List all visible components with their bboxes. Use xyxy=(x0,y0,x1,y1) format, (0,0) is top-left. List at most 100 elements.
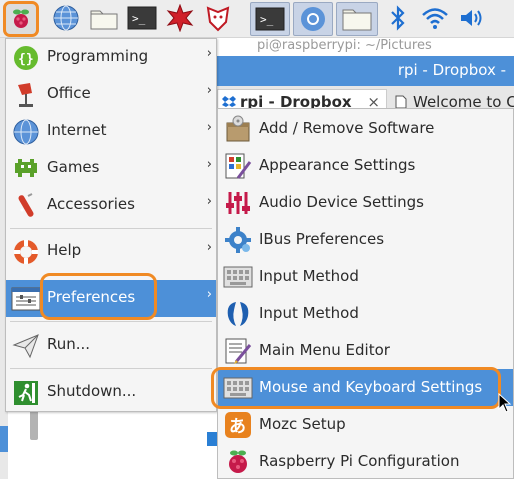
taskbar: >_ >_ xyxy=(0,0,514,38)
submenu-item-add-remove-software[interactable]: Add / Remove Software xyxy=(218,110,513,147)
chevron-right-icon: › xyxy=(206,83,212,98)
preferences-icon xyxy=(10,283,42,315)
submenu-item-label: Mouse and Keyboard Settings xyxy=(259,378,483,396)
mozc-setup-icon: あ xyxy=(222,409,254,441)
games-icon xyxy=(10,153,42,185)
submenu-item-label: Input Method xyxy=(259,267,359,285)
menu-item-shutdown[interactable]: Shutdown... xyxy=(6,374,216,411)
menu-separator xyxy=(10,368,212,369)
mathematica-icon xyxy=(166,4,194,32)
add-remove-software-icon xyxy=(222,113,254,145)
raspberry-pi-menu-button[interactable] xyxy=(3,1,39,37)
menu-item-programming[interactable]: {} Programming › xyxy=(6,39,216,76)
menu-item-games[interactable]: Games › xyxy=(6,150,216,187)
keyboard-icon xyxy=(222,261,254,293)
terminal-title-text: pi@raspberrypi: ~/Pictures xyxy=(217,38,514,56)
submenu-item-label: Input Method xyxy=(259,304,359,322)
main-menu-editor-icon xyxy=(222,335,254,367)
chevron-right-icon: › xyxy=(206,46,212,61)
terminal-window-button[interactable]: >_ xyxy=(250,2,290,36)
submenu-item-label: IBus Preferences xyxy=(259,230,385,248)
submenu-item-raspberry-pi-configuration[interactable]: Raspberry Pi Configuration xyxy=(218,443,513,479)
menu-separator xyxy=(10,321,212,322)
menu-item-internet[interactable]: Internet › xyxy=(6,113,216,150)
window-title: rpi - Dropbox - xyxy=(397,61,506,79)
file-manager-window-button[interactable] xyxy=(336,2,378,36)
file-manager-launcher[interactable] xyxy=(89,3,119,33)
ibus-preferences-icon xyxy=(222,224,254,256)
submenu-item-label: Appearance Settings xyxy=(259,156,416,174)
preferences-submenu: Add / Remove Software Appearance Setting… xyxy=(217,108,514,479)
chevron-right-icon: › xyxy=(206,194,212,209)
dropbox-icon xyxy=(222,96,236,107)
menu-item-label: Accessories xyxy=(47,195,135,213)
submenu-item-label: Audio Device Settings xyxy=(259,193,424,211)
menu-item-label: Office xyxy=(47,84,91,102)
menu-item-office[interactable]: Office › xyxy=(6,76,216,113)
fcitx-icon xyxy=(222,298,254,330)
submenu-item-label: Main Menu Editor xyxy=(259,341,390,359)
web-browser-launcher[interactable] xyxy=(51,3,81,33)
menu-item-accessories[interactable]: Accessories › xyxy=(6,187,216,224)
folder-icon xyxy=(90,10,118,30)
background-selection xyxy=(0,426,8,452)
bluetooth-button[interactable] xyxy=(383,3,413,33)
submenu-item-audio-device-settings[interactable]: Audio Device Settings xyxy=(218,184,513,221)
globe-icon xyxy=(53,5,79,31)
submenu-item-main-menu-editor[interactable]: Main Menu Editor xyxy=(218,332,513,369)
bluetooth-icon xyxy=(391,5,405,31)
menu-item-preferences[interactable]: Preferences › xyxy=(6,280,216,317)
chromium-window-button[interactable] xyxy=(293,2,333,36)
wolfram-launcher[interactable] xyxy=(203,3,233,33)
menu-separator xyxy=(10,228,212,229)
svg-text:{}: {} xyxy=(18,52,34,67)
chevron-right-icon: › xyxy=(206,120,212,135)
terminal-launcher[interactable]: >_ xyxy=(127,3,157,33)
raspberry-pi-icon xyxy=(222,446,254,478)
svg-text:>_: >_ xyxy=(260,13,274,26)
accessories-icon xyxy=(10,190,42,222)
menu-item-help[interactable]: Help › xyxy=(6,233,216,270)
run-icon xyxy=(10,330,42,362)
menu-item-label: Programming xyxy=(47,47,149,65)
chevron-right-icon: › xyxy=(206,240,212,255)
help-icon xyxy=(10,236,42,268)
submenu-item-input-method-keyboard[interactable]: Input Method xyxy=(218,258,513,295)
background-scrollbar[interactable] xyxy=(30,410,38,440)
terminal-icon: >_ xyxy=(255,7,285,31)
office-icon xyxy=(10,79,42,111)
submenu-item-mozc-setup[interactable]: あ Mozc Setup xyxy=(218,406,513,443)
submenu-item-label: Raspberry Pi Configuration xyxy=(259,452,460,470)
menu-item-label: Internet xyxy=(47,121,107,139)
folder-icon xyxy=(342,9,372,31)
menu-item-label: Games xyxy=(47,158,100,176)
raspberry-pi-icon xyxy=(13,9,29,28)
wifi-button[interactable] xyxy=(420,3,450,33)
svg-text:>_: >_ xyxy=(132,12,146,25)
wolfram-icon xyxy=(206,6,230,32)
menu-item-label: Help xyxy=(47,241,82,259)
menu-item-run[interactable]: Run... xyxy=(6,327,216,364)
appearance-settings-icon xyxy=(222,150,254,182)
chromium-icon xyxy=(301,7,325,31)
audio-device-settings-icon xyxy=(222,187,254,219)
volume-icon xyxy=(461,10,482,26)
chevron-right-icon: › xyxy=(206,287,212,302)
menu-item-label: Preferences xyxy=(47,288,136,306)
svg-text:あ: あ xyxy=(229,417,246,437)
submenu-item-input-method-fcitx[interactable]: Input Method xyxy=(218,295,513,332)
application-menu: {} Programming › Office › Internet › Gam… xyxy=(5,38,217,412)
submenu-item-appearance-settings[interactable]: Appearance Settings xyxy=(218,147,513,184)
shutdown-icon xyxy=(10,377,42,409)
wifi-icon xyxy=(422,8,448,29)
volume-button[interactable] xyxy=(457,3,487,33)
mouse-cursor-icon xyxy=(498,393,512,413)
window-titlebar: rpi - Dropbox - xyxy=(217,56,514,86)
menu-item-label: Run... xyxy=(47,335,91,353)
submenu-item-label: Mozc Setup xyxy=(259,415,346,433)
submenu-item-mouse-keyboard-settings[interactable]: Mouse and Keyboard Settings xyxy=(218,369,513,406)
menu-item-label: Shutdown... xyxy=(47,382,137,400)
mathematica-launcher[interactable] xyxy=(165,3,195,33)
submenu-item-ibus-preferences[interactable]: IBus Preferences xyxy=(218,221,513,258)
chevron-right-icon: › xyxy=(206,157,212,172)
